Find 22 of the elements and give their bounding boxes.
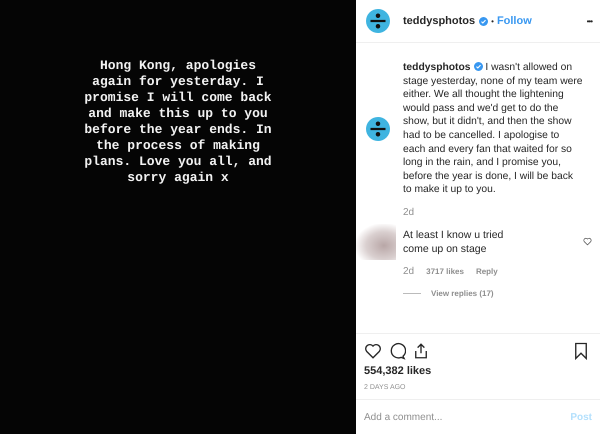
comment-time: 2d	[403, 266, 414, 277]
more-options-button[interactable]: •••	[586, 16, 592, 26]
follow-link[interactable]: Follow	[496, 15, 532, 27]
avatar-icon[interactable]	[366, 116, 390, 141]
blurred-avatar	[356, 224, 396, 260]
avatar-icon[interactable]	[366, 9, 390, 33]
comment-text: At least I know u tried come up on stage	[403, 228, 504, 256]
comment-input[interactable]: Add a comment...	[364, 412, 570, 422]
heart-icon[interactable]	[583, 237, 592, 246]
comment-icon[interactable]	[388, 342, 406, 360]
caption-text: teddysphotos I wasn't allowed on stage yesterday, none of my team were either. We all thought the lightening would pass and we'd get to do the show, but it didn't, and then the show had to be cancelled. I apologise to each and every fan that waited for so long in the rain, and I promise you, before the year is done, I will be back to make it up to you.	[403, 61, 584, 197]
caption-time: 2d	[403, 206, 416, 218]
comment-likes[interactable]: 3717 likes	[426, 266, 464, 276]
post-image-text: Hong Kong, apologies again for yesterday. I promise I will come back and make this up to you before the year ends. In the process of making plans. Love you all, and sorry again x	[84, 58, 272, 186]
separator-dot: •	[491, 16, 494, 26]
likes-count[interactable]: 554,382 likes	[364, 365, 590, 377]
heart-icon[interactable]	[364, 342, 382, 360]
reply-link[interactable]: Reply	[476, 266, 498, 276]
view-replies-link[interactable]: View replies (17)	[431, 288, 494, 298]
username-link[interactable]: teddysphotos	[403, 15, 476, 27]
share-icon[interactable]	[412, 342, 430, 360]
bookmark-icon[interactable]	[572, 342, 590, 360]
